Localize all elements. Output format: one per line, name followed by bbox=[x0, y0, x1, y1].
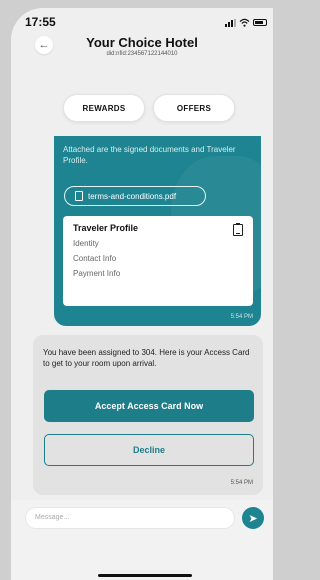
hotel-did: did:nfid:234567122144010 bbox=[106, 51, 178, 57]
tab-bar: REWARDS OFFERS bbox=[11, 94, 273, 126]
tab-offers[interactable]: OFFERS bbox=[153, 94, 235, 122]
profile-item-contact: Contact Info bbox=[73, 254, 117, 263]
phone-screen: 17:55 ← Your Choice Hotel did:nfid:23456… bbox=[11, 8, 273, 580]
status-time: 17:55 bbox=[25, 15, 56, 29]
decline-button[interactable]: Decline bbox=[44, 434, 254, 466]
tab-rewards[interactable]: REWARDS bbox=[63, 94, 145, 122]
message-text: Attached are the signed documents and Tr… bbox=[63, 145, 236, 165]
clipboard-icon bbox=[233, 223, 243, 236]
status-bar: 17:55 bbox=[11, 8, 273, 38]
send-button[interactable]: ➤ bbox=[242, 507, 264, 529]
signal-icon bbox=[225, 18, 236, 27]
traveler-profile-card[interactable]: Traveler Profile Identity Contact Info P… bbox=[63, 216, 253, 306]
send-icon: ➤ bbox=[248, 512, 258, 525]
message-timestamp: 5:54 PM bbox=[230, 314, 253, 320]
home-indicator bbox=[98, 574, 192, 577]
battery-icon bbox=[253, 19, 267, 26]
message-input[interactable]: Message... bbox=[25, 507, 235, 529]
card-title: Traveler Profile bbox=[73, 223, 139, 233]
incoming-message-documents: Attached are the signed documents and Tr… bbox=[54, 136, 261, 326]
message-timestamp: 5:54 PM bbox=[230, 480, 253, 486]
incoming-message-access-card: You have been assigned to 304. Here is y… bbox=[33, 335, 263, 495]
message-composer: Message... ➤ bbox=[11, 500, 273, 580]
page-title: Your Choice Hotel bbox=[86, 35, 198, 50]
document-icon bbox=[75, 191, 83, 201]
profile-item-identity: Identity bbox=[73, 239, 99, 248]
wifi-icon bbox=[239, 18, 250, 27]
status-icons bbox=[225, 18, 267, 27]
profile-item-payment: Payment Info bbox=[73, 269, 121, 278]
message-text: You have been assigned to 304. Here is y… bbox=[43, 348, 250, 368]
attachment-name: terms-and-conditions.pdf bbox=[88, 191, 177, 201]
accept-access-card-button[interactable]: Accept Access Card Now bbox=[44, 390, 254, 422]
attachment-chip[interactable]: terms-and-conditions.pdf bbox=[64, 186, 206, 206]
